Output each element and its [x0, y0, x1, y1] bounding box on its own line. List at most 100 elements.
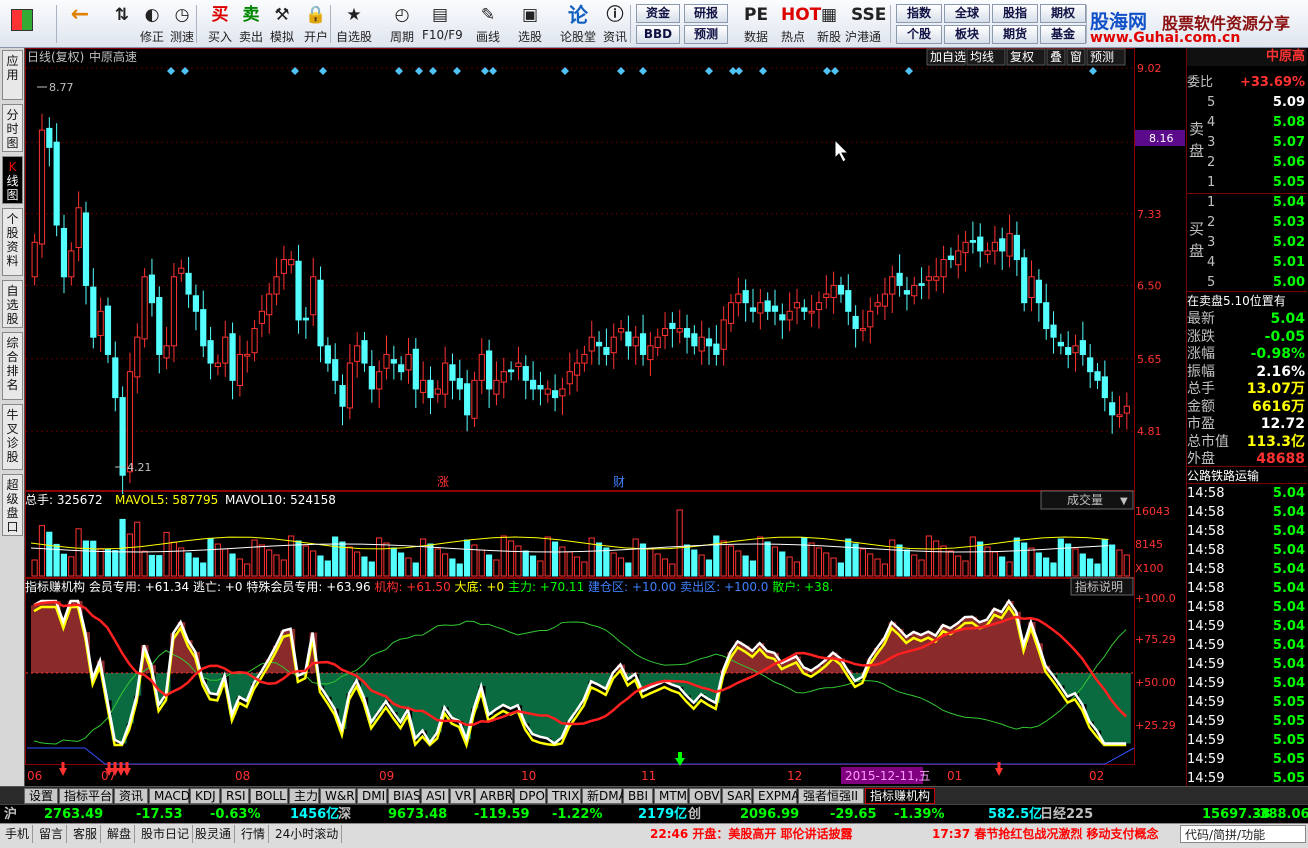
news-button[interactable]: ⓘ 资讯	[597, 3, 633, 45]
status-item-6[interactable]: 行情	[238, 825, 270, 843]
funds-button[interactable]: 资金	[636, 4, 680, 23]
status-item-2[interactable]: 客服	[70, 825, 102, 843]
candle-body	[962, 241, 969, 254]
code-search-input[interactable]: 代码/简拼/功能	[1180, 825, 1306, 843]
period-button[interactable]: ◴ 周期	[384, 3, 420, 45]
sector-button[interactable]: 板块	[944, 25, 990, 44]
left-tab-3[interactable]: 个股资料	[2, 208, 23, 276]
draw-button[interactable]: ✎ 画线	[470, 3, 506, 45]
stock-index-button[interactable]: 股指	[992, 4, 1038, 23]
ask-row[interactable]: 5 5.09	[1187, 94, 1307, 112]
fund-button[interactable]: 基金	[1040, 25, 1086, 44]
sh-hk-button[interactable]: SSE 沪港通	[845, 3, 886, 45]
candle-body	[1079, 340, 1086, 355]
left-tab-1[interactable]: 分时图	[2, 104, 23, 152]
simulate-button[interactable]: ⚒ 模拟	[264, 3, 300, 45]
candle-body	[156, 297, 163, 355]
speedtest-button[interactable]: ◷ 测速	[164, 3, 200, 45]
candle-body	[566, 371, 573, 385]
bid-row[interactable]: 2 5.03	[1187, 214, 1307, 232]
indicator-tab-9[interactable]: DMI	[357, 788, 387, 804]
pick-stock-button[interactable]: ▣ 选股	[512, 3, 548, 45]
status-item-7[interactable]: 24小时滚动	[272, 825, 343, 843]
hot-button[interactable]: HOT 热点	[775, 3, 821, 45]
indicator-tab-5[interactable]: RSI	[221, 788, 249, 804]
volume-bar	[31, 559, 38, 577]
left-tab-0[interactable]: 应用	[2, 50, 23, 100]
bid-row[interactable]: 4 5.01	[1187, 254, 1307, 272]
indicator-tab-19[interactable]: OBV	[689, 788, 721, 804]
watchlist-button[interactable]: ★ 自选股	[336, 3, 372, 45]
event-marker-1[interactable]: 财	[613, 475, 625, 489]
indicator-tab-10[interactable]: BIAS	[388, 788, 421, 804]
indicator-tab-2[interactable]: 资讯	[114, 788, 148, 804]
left-tab-4[interactable]: 自选股	[2, 280, 23, 328]
single-stock-button[interactable]: 个股	[896, 25, 942, 44]
event-marker-0[interactable]: 涨	[437, 474, 449, 489]
left-tab-2[interactable]: K线图	[2, 156, 23, 204]
forecast-button[interactable]: 预测	[684, 25, 728, 44]
futures-button[interactable]: 期货	[992, 25, 1038, 44]
left-tab-5[interactable]: 综合排名	[2, 332, 23, 400]
status-item-3[interactable]: 解盘	[104, 825, 136, 843]
status-item-4[interactable]: 股市日记	[138, 825, 194, 843]
research-button[interactable]: 研报	[684, 4, 728, 23]
indicator-tab-11[interactable]: ASI	[421, 788, 449, 804]
candle-body	[1065, 347, 1072, 355]
indicator-tab-13[interactable]: ARBR	[475, 788, 513, 804]
indicator-tab-14[interactable]: DPO	[514, 788, 546, 804]
volume-bar	[295, 540, 302, 577]
indicator-tab-7[interactable]: 主力	[289, 788, 319, 804]
status-item-0[interactable]: 手机	[2, 825, 34, 843]
indicator-tab-23[interactable]: 指标赚机构	[865, 788, 935, 804]
status-item-5[interactable]: 股灵通	[192, 825, 236, 843]
candle-body	[222, 336, 229, 364]
tick-price: 5.05	[1272, 752, 1305, 767]
ask-row[interactable]: 3 5.07	[1187, 134, 1307, 152]
volume-bar	[346, 546, 353, 577]
news-ticker-1[interactable]: 22:46 开盘：美股高开 耶伦讲话披露	[650, 825, 853, 843]
indicator-tab-15[interactable]: TRIX	[547, 788, 581, 804]
indicator-tab-12[interactable]: VR	[450, 788, 474, 804]
ask-row[interactable]: 2 5.06	[1187, 154, 1307, 172]
indicator-tab-17[interactable]: BBI	[623, 788, 653, 804]
industry-label[interactable]: 公路铁路运输	[1187, 466, 1307, 484]
bid-row[interactable]: 3 5.02	[1187, 234, 1307, 252]
indicator-tab-20[interactable]: SAR	[722, 788, 752, 804]
candle-body	[544, 388, 551, 395]
back-button[interactable]: ←	[62, 3, 98, 45]
indicator-tab-16[interactable]: 新DMA	[582, 788, 627, 804]
index-button[interactable]: 指数	[896, 4, 942, 23]
news-ticker-2[interactable]: 17:37 春节抢红包战况激烈 移动支付概念	[932, 825, 1178, 843]
left-tab-7[interactable]: 超级盘口	[2, 474, 23, 536]
candle-body	[713, 343, 720, 355]
indicator-tab-0[interactable]: 设置	[24, 788, 58, 804]
indicator-tab-22[interactable]: 强者恒强II	[798, 788, 864, 804]
open-account-button[interactable]: 🔒 开户	[298, 3, 334, 45]
home-button[interactable]	[2, 3, 42, 45]
new-stock-button[interactable]: ▦ 新股	[811, 3, 847, 45]
global-button[interactable]: 全球	[944, 4, 990, 23]
bid-level: 2	[1207, 215, 1216, 230]
bbd-button[interactable]: BBD	[636, 25, 680, 44]
bid-row[interactable]: 5 5.00	[1187, 274, 1307, 292]
ask-row[interactable]: 4 5.08	[1187, 114, 1307, 132]
data-button[interactable]: PE 数据	[738, 3, 774, 45]
status-item-1[interactable]: 留言	[36, 825, 68, 843]
bid-row[interactable]: 1 5.04	[1187, 194, 1307, 212]
indicator-tab-4[interactable]: KDJ	[190, 788, 220, 804]
indicator-tab-1[interactable]: 指标平台	[59, 788, 113, 804]
ask-row[interactable]: 1 5.05	[1187, 174, 1307, 192]
indicator-tab-18[interactable]: MTM	[654, 788, 688, 804]
kline-chart[interactable]: 日线(复权) 中原高速 加自选均线 复权 叠窗预测 9.02 8.16 7.33 6.50…	[25, 48, 1186, 786]
indicator-tab-3[interactable]: MACD	[149, 788, 190, 804]
f10-button[interactable]: ▤ F10/F9	[422, 3, 463, 45]
forum-button[interactable]: 论论股堂	[560, 3, 596, 45]
indicator-tab-21[interactable]: EXPMA	[753, 788, 800, 804]
left-tab-6[interactable]: 牛叉诊股	[2, 404, 23, 470]
indicator-tab-6[interactable]: BOLL	[250, 788, 288, 804]
options-button[interactable]: 期权	[1040, 4, 1086, 23]
indicator-tab-8[interactable]: W&R	[320, 788, 356, 804]
indicator-area	[507, 673, 516, 709]
candle-body	[97, 310, 104, 336]
